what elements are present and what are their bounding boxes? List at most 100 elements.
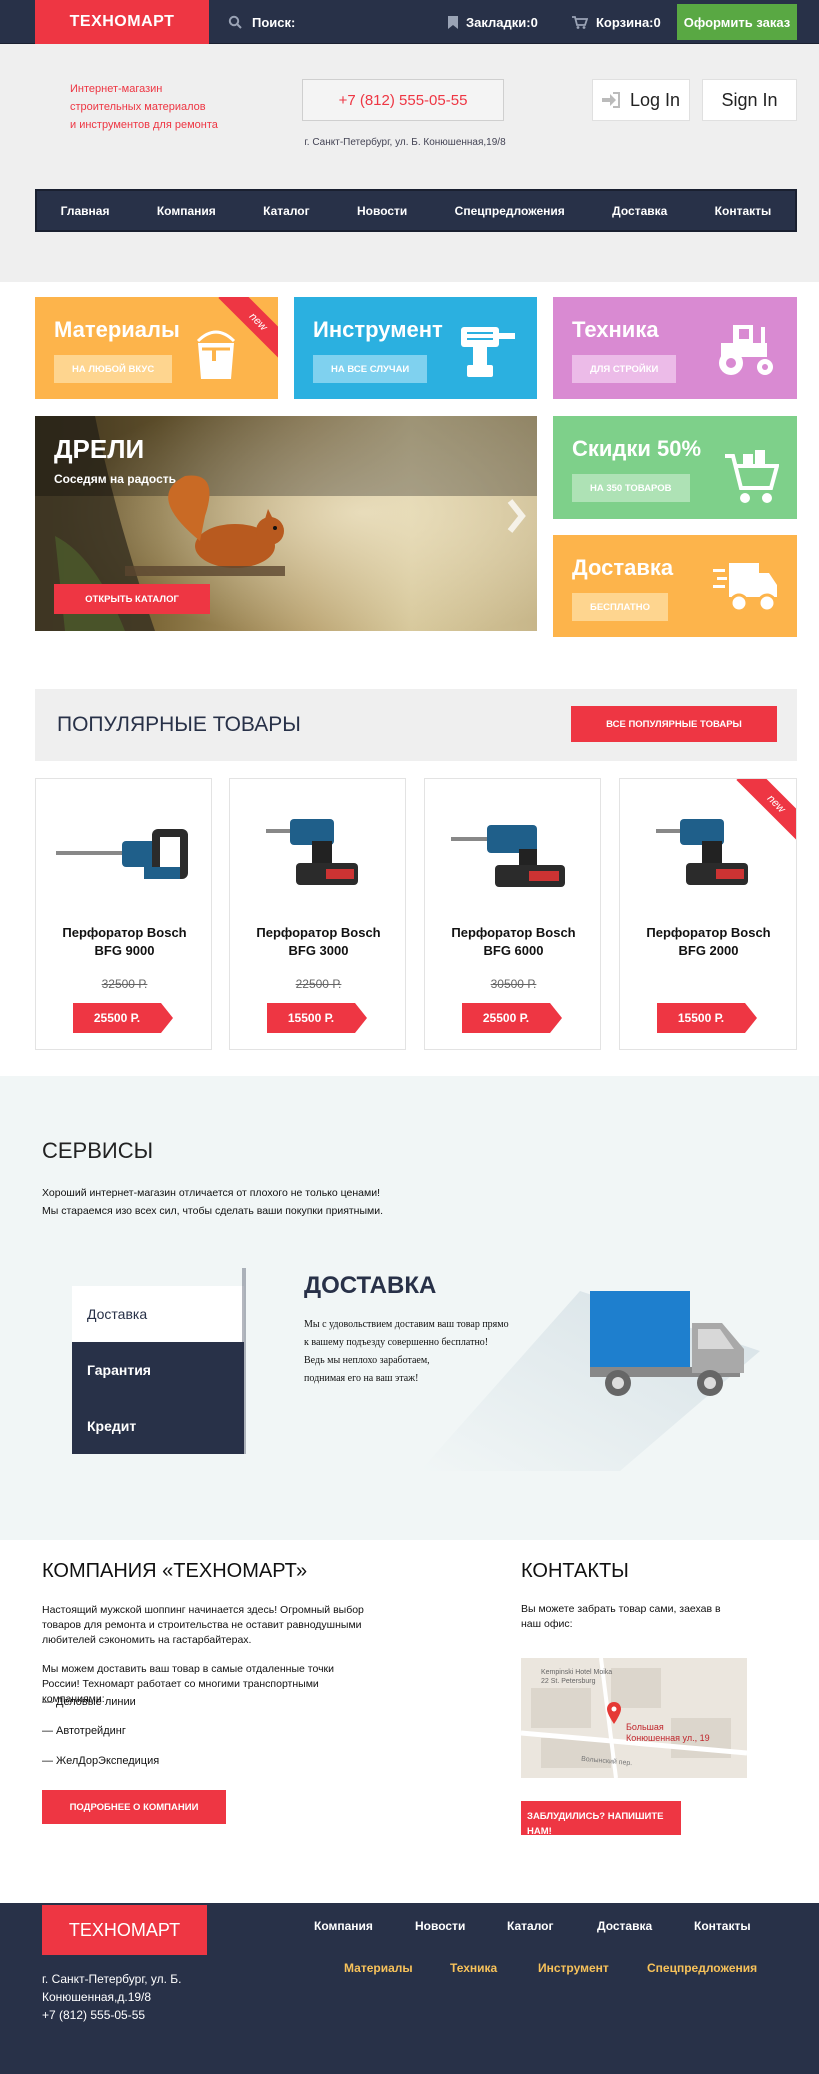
office-map[interactable]: Kempinski Hotel Moika 22 St. Petersburg Б… [521,1658,747,1778]
tractor-icon [719,325,773,375]
product-card[interactable]: Перфоратор Bosch BFG 3000 22500 Р. 15500 … [229,778,406,1050]
nav-item-home[interactable]: Главная [61,204,110,218]
tile-delivery[interactable]: Доставка БЕСПЛАТНО [553,535,797,637]
company-title: КОМПАНИЯ «ТЕХНОМАРТ» [42,1560,308,1582]
phone-number[interactable]: +7 (812) 555-05-55 [302,79,504,121]
tile-title: Доставка [572,555,674,580]
company-text: Настоящий мужской шоппинг начинается зде… [42,1604,364,1705]
logo[interactable]: ТЕХНОМАРТ [35,0,209,44]
main-nav: Главная Компания Каталог Новости Спецпре… [35,189,797,232]
rotary-hammer-image [56,829,188,879]
product-price-button[interactable]: 25500 Р. [462,1003,562,1033]
footer-logo[interactable]: ТЕХНОМАРТ [42,1905,207,1955]
tab-credit[interactable]: Кредит [72,1398,244,1454]
list-item: — Автотрейдинг [42,1725,126,1737]
product-old-price: 32500 Р. [101,977,148,991]
product-price-button[interactable]: 15500 Р. [657,1003,757,1033]
footer-nav-contacts[interactable]: Контакты [694,1919,751,1933]
tile-button[interactable]: НА 350 ТОВАРОВ [572,474,690,502]
product-card[interactable]: Перфоратор Bosch BFG 2000 15500 Р. new [619,778,797,1050]
search-field[interactable]: Поиск: [228,0,295,44]
cart-link[interactable]: Корзина:0 [572,0,661,44]
tagline-line: строительных материалов [70,101,206,113]
write-us-button[interactable]: ЗАБЛУДИЛИСЬ? НАПИШИТЕ НАМ! [521,1801,681,1835]
footer-nav-catalog[interactable]: Каталог [507,1919,554,1933]
nav-item-delivery[interactable]: Доставка [612,204,667,218]
tile-title: Материалы [54,317,180,342]
cart-label: Корзина:0 [596,14,661,30]
product-name: Перфоратор Bosch BFG 6000 [451,925,576,958]
contacts-text: Вы можете забрать товар сами, заехав в н… [521,1603,721,1630]
nav-item-company[interactable]: Компания [157,204,216,218]
map-label: Kempinski Hotel Moika 22 St. Petersburg [541,1669,613,1685]
product-card[interactable]: Перфоратор Bosch BFG 9000 32500 Р. 25500 … [35,778,212,1050]
truck-icon [713,563,777,613]
tile-button[interactable]: НА ЛЮБОЙ ВКУС [54,355,173,383]
nav-item-catalog[interactable]: Каталог [263,204,310,218]
footer-nav-tools[interactable]: Инструмент [538,1961,609,1975]
slider-next-arrow[interactable] [497,496,537,546]
list-item: — Деловые линии [42,1696,136,1708]
services-section: СЕРВИСЫ Хороший интернет-магазин отличае… [0,1076,819,1540]
footer-address: г. Санкт-Петербург, ул. Б. Конюшенная,д.… [42,1972,182,2022]
tile-title: Инструмент [313,317,443,342]
tab-delivery[interactable]: Доставка [72,1286,244,1342]
login-label: Log In [629,89,681,110]
product-price-button[interactable]: 15500 Р. [267,1003,367,1033]
product-name: Перфоратор Bosch BFG 9000 [62,925,187,958]
cart-icon [572,15,588,29]
tile-button[interactable]: ДЛЯ СТРОЙКИ [572,355,677,383]
tile-tech[interactable]: Техника ДЛЯ СТРОЙКИ [553,297,797,399]
open-catalog-button[interactable]: ОТКРЫТЬ КАТАЛОГ [54,584,210,614]
footer-nav-offers[interactable]: Спецпредложения [647,1961,757,1975]
nav-item-offers[interactable]: Спецпредложения [455,204,565,218]
drill-icon [461,327,515,377]
tagline-line: и инструментов для ремонта [70,119,218,131]
hero-subtitle: Соседям на радость [54,472,176,486]
popular-header: ПОПУЛЯРНЫЕ ТОВАРЫ ВСЕ ПОПУЛЯРНЫЕ ТОВАРЫ [35,689,797,761]
service-heading: ДОСТАВКА [304,1272,437,1299]
about-company-button[interactable]: ПОДРОБНЕЕ О КОМПАНИИ [42,1790,226,1824]
cart-full-icon [725,450,779,503]
tile-tools[interactable]: Инструмент НА ВСЕ СЛУЧАИ [294,297,537,399]
list-item: — ЖелДорЭкспедиция [42,1755,160,1767]
signin-label: Sign In [721,89,778,110]
map-pin-icon [607,1702,621,1724]
signin-button[interactable]: Sign In [702,79,797,121]
product-old-price: 30500 Р. [490,977,537,991]
footer-nav-news[interactable]: Новости [415,1919,465,1933]
product-card[interactable]: Перфоратор Bosch BFG 6000 30500 Р. 25500 … [424,778,601,1050]
service-description: Мы с удовольствием доставим ваш товар пр… [304,1319,509,1384]
tile-button[interactable]: НА ВСЕ СЛУЧАИ [313,355,428,383]
tab-shadow [242,1268,246,1454]
hero-title: ДРЕЛИ [54,434,145,464]
tagline-line: Интернет-магазин [70,83,163,95]
tagline: Интернет-магазин строительных материалов… [70,80,270,134]
tile-button[interactable]: БЕСПЛАТНО [572,593,668,621]
tab-warranty[interactable]: Гарантия [72,1342,244,1398]
footer: ТЕХНОМАРТ г. Санкт-Петербург, ул. Б. Кон… [0,1903,819,2074]
order-button[interactable]: Оформить заказ [677,4,797,40]
paint-bucket-icon [196,330,236,379]
tile-materials[interactable]: Материалы НА ЛЮБОЙ ВКУС new [35,297,278,399]
login-icon [601,92,620,108]
nav-item-contacts[interactable]: Контакты [715,204,772,218]
nav-item-news[interactable]: Новости [357,204,407,218]
login-button[interactable]: Log In [592,79,690,121]
bookmarks-link[interactable]: Закладки:0 [448,0,538,44]
all-popular-button[interactable]: ВСЕ ПОПУЛЯРНЫЕ ТОВАРЫ [571,706,777,742]
product-price-button[interactable]: 25500 Р. [73,1003,173,1033]
footer-nav-materials[interactable]: Материалы [344,1961,413,1975]
hero-slider: ДРЕЛИ Соседям на радость ОТКРЫТЬ КАТАЛОГ [35,416,537,631]
footer-nav-tech[interactable]: Техника [450,1961,497,1975]
address: г. Санкт-Петербург, ул. Б. Конюшенная,19… [304,137,506,148]
delivery-truck-image [590,1291,744,1396]
tile-discount[interactable]: Скидки 50% НА 350 ТОВАРОВ [553,416,797,519]
product-name: Перфоратор Bosch BFG 2000 [646,925,771,958]
services-title: СЕРВИСЫ [42,1138,154,1163]
footer-nav-company[interactable]: Компания [314,1919,373,1933]
popular-title: ПОПУЛЯРНЫЕ ТОВАРЫ [57,713,301,736]
bookmark-icon [448,15,458,29]
search-label: Поиск: [252,14,296,30]
footer-nav-delivery[interactable]: Доставка [597,1919,652,1933]
